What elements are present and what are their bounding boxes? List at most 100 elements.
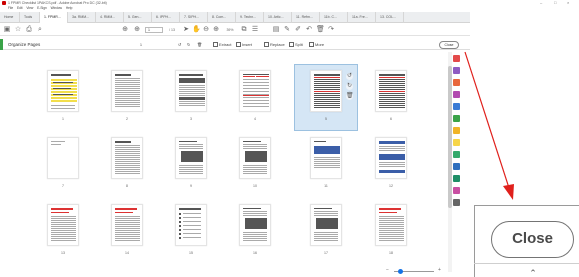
- fill-sign-icon[interactable]: [453, 139, 460, 146]
- tab-document[interactable]: 11. Refm...: [292, 12, 320, 23]
- thumbnail-content: [243, 232, 267, 233]
- highlight-icon[interactable]: ✐: [294, 26, 302, 34]
- select-cursor-icon[interactable]: ➤: [182, 26, 190, 34]
- thumbnail-content: [379, 77, 405, 78]
- zoom-plus-icon[interactable]: +: [438, 267, 441, 273]
- more-button[interactable]: More: [309, 41, 324, 48]
- protect-icon[interactable]: [453, 163, 460, 170]
- page-thumbnail[interactable]: [111, 137, 143, 179]
- extract-button[interactable]: Extract: [213, 41, 231, 48]
- rotate-right-icon[interactable]: ↻: [187, 41, 190, 48]
- fit-page-icon[interactable]: ⧉: [240, 26, 248, 34]
- thumbnail-content: [314, 87, 340, 88]
- close-button[interactable]: Close: [439, 41, 459, 49]
- tab-document[interactable]: 8. Com...: [208, 12, 236, 23]
- page-selector[interactable]: 1: [140, 42, 182, 48]
- sign-icon[interactable]: [453, 175, 460, 182]
- tab-document[interactable]: 3a. RMM...: [68, 12, 96, 23]
- thumbnail-content: [243, 97, 269, 98]
- create-pdf-icon[interactable]: [453, 67, 460, 74]
- page-thumbnail[interactable]: [47, 70, 79, 112]
- page-thumbnail[interactable]: [310, 204, 342, 246]
- save-icon[interactable]: ▣: [3, 26, 11, 34]
- undo-icon[interactable]: ↶: [305, 26, 313, 34]
- thumbnail-content: [115, 80, 140, 81]
- tab-document-active[interactable]: 1. FPMR...: [40, 12, 68, 23]
- tab-document[interactable]: 6. IPPH...: [152, 12, 180, 23]
- thumbnail-size-slider[interactable]: − +: [380, 267, 448, 274]
- prev-page-icon[interactable]: ⊕: [121, 26, 129, 34]
- trash-icon[interactable]: 🗑: [316, 26, 325, 34]
- zoom-in-icon[interactable]: ⊕: [212, 26, 220, 34]
- split-button[interactable]: Split: [289, 41, 303, 48]
- tab-document[interactable]: 11a. Fre...: [348, 12, 376, 23]
- zoom-minus-icon[interactable]: −: [386, 267, 389, 273]
- page-thumbnail[interactable]: [375, 70, 407, 112]
- page-thumbnail[interactable]: [111, 70, 143, 112]
- print-icon[interactable]: ⎙: [25, 26, 33, 34]
- thumbnail-content: [314, 99, 340, 100]
- page-thumbnail[interactable]: [175, 137, 207, 179]
- rotate-right-icon[interactable]: ↻: [346, 83, 353, 90]
- page-thumbnail[interactable]: [175, 70, 207, 112]
- share-icon[interactable]: [453, 103, 460, 110]
- tab-tools[interactable]: Tools: [20, 12, 40, 23]
- page-thumbnail[interactable]: [239, 70, 271, 112]
- page-number-field[interactable]: 1: [145, 27, 163, 33]
- insert-button[interactable]: Insert: [236, 41, 252, 48]
- replace-button[interactable]: Replace: [264, 41, 285, 48]
- slider-knob[interactable]: [398, 269, 403, 274]
- menu-window[interactable]: Window: [51, 6, 62, 10]
- delete-icon[interactable]: 🗑: [197, 41, 202, 48]
- menu-esign[interactable]: E-Sign: [37, 6, 47, 10]
- edit-pdf-icon[interactable]: [453, 79, 460, 86]
- tab-home[interactable]: Home: [0, 12, 20, 23]
- rotate-left-icon[interactable]: ↺: [346, 73, 353, 80]
- page-thumbnail[interactable]: [375, 137, 407, 179]
- thumbnail-content: [314, 141, 326, 142]
- more-tools-icon[interactable]: [453, 199, 460, 206]
- page-thumbnail[interactable]: [375, 204, 407, 246]
- export-pdf-icon[interactable]: [453, 55, 460, 62]
- comment-tool-icon[interactable]: [453, 127, 460, 134]
- page-thumbnail[interactable]: [47, 204, 79, 246]
- tab-document[interactable]: 9. Techn...: [236, 12, 264, 23]
- close-button-zoomed[interactable]: Close: [491, 221, 574, 258]
- pen-icon[interactable]: ✎: [283, 26, 291, 34]
- scan-icon[interactable]: [453, 151, 460, 158]
- rotate-left-icon[interactable]: ↺: [178, 41, 181, 48]
- zoom-out-icon[interactable]: ⊖: [202, 26, 210, 34]
- tab-document[interactable]: 5. Gen...: [124, 12, 152, 23]
- thumbnail-content: [314, 157, 340, 158]
- page-thumbnail[interactable]: [175, 204, 207, 246]
- tab-document[interactable]: 4. RMM...: [96, 12, 124, 23]
- menu-edit[interactable]: Edit: [17, 6, 23, 10]
- tab-document[interactable]: 13. COL...: [376, 12, 404, 23]
- thumbnail-content: [115, 171, 140, 172]
- comment-icon[interactable]: ▤: [272, 26, 280, 34]
- redo-icon[interactable]: ↷: [327, 26, 335, 34]
- tab-document[interactable]: 11b. C...: [320, 12, 348, 23]
- tab-document[interactable]: 10. Artic...: [264, 12, 292, 23]
- page-thumbnail[interactable]: [47, 137, 79, 179]
- scroll-mode-icon[interactable]: ☰: [251, 26, 259, 34]
- menu-view[interactable]: View: [26, 6, 33, 10]
- organize-pages-icon[interactable]: [453, 115, 460, 122]
- zoom-level[interactable]: 39%: [223, 26, 237, 34]
- page-thumbnail[interactable]: [310, 137, 342, 179]
- tab-document[interactable]: 7. SIPH...: [180, 12, 208, 23]
- next-page-icon[interactable]: ⊕: [133, 26, 141, 34]
- chevron-up-icon[interactable]: ⌃: [526, 268, 540, 277]
- search-icon[interactable]: ⌕: [36, 26, 44, 34]
- delete-icon[interactable]: 🗑: [346, 93, 354, 100]
- menu-file[interactable]: File: [8, 6, 13, 10]
- redact-icon[interactable]: [453, 187, 460, 194]
- page-thumbnail[interactable]: [239, 137, 271, 179]
- hand-icon[interactable]: ✋: [192, 26, 201, 34]
- menu-help[interactable]: Help: [66, 6, 73, 10]
- combine-icon[interactable]: [453, 91, 460, 98]
- page-thumbnail[interactable]: [310, 70, 342, 112]
- page-thumbnail[interactable]: [239, 204, 271, 246]
- star-icon[interactable]: ☆: [14, 26, 22, 34]
- page-thumbnail[interactable]: [111, 204, 143, 246]
